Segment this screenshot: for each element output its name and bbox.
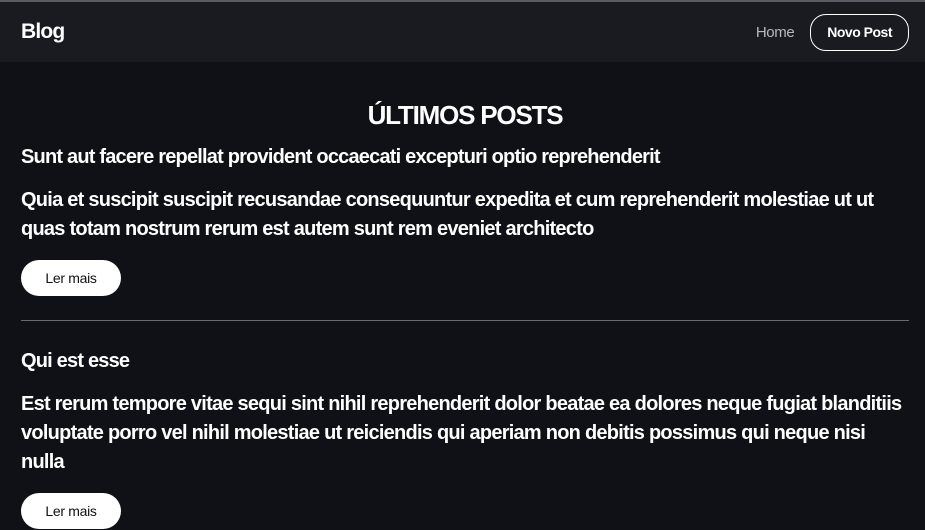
post-divider	[21, 320, 909, 321]
new-post-button[interactable]: Novo Post	[810, 13, 909, 51]
read-more-button[interactable]: Ler mais	[21, 260, 121, 296]
post-body: Quia et suscipit suscipit recusandae con…	[21, 189, 874, 240]
main-content: ÚLTIMOS POSTS Sunt aut facere repellat p…	[0, 100, 925, 529]
post-title: Qui est esse	[21, 350, 130, 372]
read-more-button[interactable]: Ler mais	[21, 493, 121, 529]
nav-links: Home Novo Post	[756, 13, 909, 51]
post-item: Sunt aut facere repellat provident occae…	[21, 144, 909, 296]
nav-home-link[interactable]: Home	[756, 24, 795, 41]
brand-logo[interactable]: Blog	[21, 20, 65, 44]
post-item: Qui est esse Est rerum tempore vitae seq…	[21, 348, 909, 529]
post-title: Sunt aut facere repellat provident occae…	[21, 146, 661, 168]
page-title: ÚLTIMOS POSTS	[367, 100, 564, 130]
top-navbar: Blog Home Novo Post	[0, 0, 925, 62]
post-body: Est rerum tempore vitae sequi sint nihil…	[21, 393, 902, 473]
